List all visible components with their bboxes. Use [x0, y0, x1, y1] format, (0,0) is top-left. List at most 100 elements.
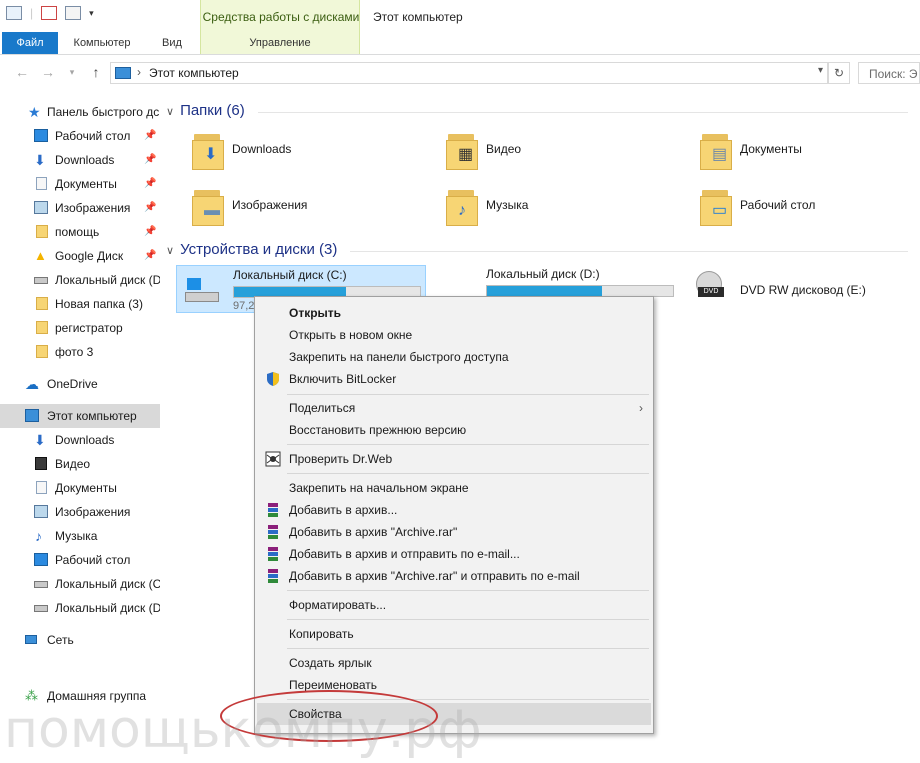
music-icon: ♪ [458, 202, 466, 219]
menu-item-label: Добавить в архив... [289, 503, 398, 517]
sidebar-item-pomosh[interactable]: помощь 📌 [0, 220, 160, 244]
menu-item-copy[interactable]: Копировать [257, 623, 651, 645]
folder-tile-desktop[interactable]: ▭ Рабочий стол [694, 186, 920, 232]
properties-icon[interactable] [41, 6, 58, 20]
pin-icon[interactable]: 📌 [144, 220, 156, 244]
menu-item-bitlocker[interactable]: Включить BitLocker [257, 368, 651, 390]
menu-item-drweb[interactable]: Проверить Dr.Web [257, 448, 651, 470]
drive-label: DVD RW дисковод (E:) [740, 283, 866, 297]
pin-icon[interactable]: 📌 [144, 148, 156, 172]
customize-toolbar-icon[interactable]: ▾ [89, 8, 94, 19]
drive-usage-fill [487, 286, 603, 296]
sidebar-item-this-pc[interactable]: Этот компьютер [0, 404, 160, 428]
folder-tile-music[interactable]: ♪ Музыка [440, 186, 680, 232]
folder-icon: ▤ [694, 130, 736, 172]
menu-item-add-archive-rar[interactable]: Добавить в архив "Archive.rar" [257, 521, 651, 543]
tab-file[interactable]: Файл [2, 32, 58, 54]
sidebar-item-desktop-pc[interactable]: Рабочий стол [0, 548, 160, 572]
menu-item-create-shortcut[interactable]: Создать ярлык [257, 652, 651, 674]
tab-manage[interactable]: Управление [200, 32, 360, 54]
chevron-down-icon[interactable]: ∨ [166, 106, 174, 118]
chevron-down-icon[interactable]: ∨ [166, 245, 174, 257]
recent-locations-icon[interactable]: ▾ [64, 64, 80, 80]
sidebar-item-documents-pc[interactable]: Документы [0, 476, 160, 500]
drive-tile-e[interactable]: DVD DVD RW дисковод (E:) [684, 265, 920, 313]
forward-arrow-icon[interactable]: → [40, 64, 56, 80]
refresh-icon[interactable]: ↻ [828, 62, 850, 84]
chevron-right-icon[interactable]: › [137, 65, 141, 79]
winrar-icon [265, 568, 281, 584]
menu-item-add-archive[interactable]: Добавить в архив... [257, 499, 651, 521]
menu-item-pin-quick-access[interactable]: Закрепить на панели быстрого доступа [257, 346, 651, 368]
folder-tile-pictures[interactable]: ▬ Изображения [186, 186, 426, 232]
menu-item-open-new-window[interactable]: Открыть в новом окне [257, 324, 651, 346]
shield-icon [265, 371, 281, 387]
navigation-bar: ← → ▾ ↑ › Этот компьютер ▾ ↻ Поиск: Э [0, 60, 920, 86]
folders-group-header[interactable]: ∨ Папки (6) [166, 102, 245, 119]
search-input[interactable]: Поиск: Э [858, 62, 920, 84]
tab-view[interactable]: Вид [150, 32, 194, 54]
folder-tile-video[interactable]: ▦ Видео [440, 130, 680, 176]
menu-item-open[interactable]: Открыть [257, 302, 651, 324]
pictures-icon: ▬ [204, 202, 220, 219]
up-arrow-icon[interactable]: ↑ [88, 64, 104, 80]
address-bar[interactable]: › Этот компьютер ▾ [110, 62, 828, 84]
sidebar-item-label: Панель быстрого дс [47, 105, 160, 119]
sidebar-item-label: Downloads [55, 433, 115, 447]
winrar-icon [265, 546, 281, 562]
pin-icon[interactable]: 📌 [144, 172, 156, 196]
folder-label: Документы [740, 142, 802, 156]
sidebar-item-music[interactable]: ♪ Музыка [0, 524, 160, 548]
computer-icon [115, 67, 131, 79]
menu-item-add-archive-email[interactable]: Добавить в архив и отправить по e-mail..… [257, 543, 651, 565]
sidebar-item-local-disk-d[interactable]: Локальный диск (D [0, 268, 160, 292]
folder-label: Видео [486, 142, 522, 156]
sidebar-item-onedrive[interactable]: ☁ OneDrive [0, 372, 160, 396]
menu-item-label: Закрепить на панели быстрого доступа [289, 350, 509, 364]
sidebar-item-label: Этот компьютер [47, 409, 137, 423]
folder-label: Downloads [232, 142, 292, 156]
sidebar-item-desktop[interactable]: Рабочий стол 📌 [0, 124, 160, 148]
sidebar-item-network[interactable]: Сеть [0, 628, 160, 652]
tab-computer[interactable]: Компьютер [60, 32, 144, 54]
document-icon [36, 177, 47, 190]
pin-icon[interactable]: 📌 [144, 244, 156, 268]
sidebar-item-local-disk-d-pc[interactable]: Локальный диск (D [0, 596, 160, 620]
back-arrow-icon[interactable]: ← [14, 64, 30, 80]
menu-item-share[interactable]: Поделиться › [257, 397, 651, 419]
quick-access-toolbar: | ▾ [6, 6, 94, 20]
folder-tile-downloads[interactable]: ⬇ Downloads [186, 130, 426, 176]
new-folder-icon[interactable] [65, 6, 82, 20]
sidebar-item-quick-access[interactable]: ★ Панель быстрого дс [0, 100, 160, 124]
sidebar-item-label: Локальный диск (D [55, 601, 160, 615]
devices-group-header[interactable]: ∨ Устройства и диски (3) [166, 241, 337, 258]
pin-icon[interactable]: 📌 [144, 124, 156, 148]
sidebar-item-pictures[interactable]: Изображения 📌 [0, 196, 160, 220]
pin-icon[interactable]: 📌 [144, 196, 156, 220]
menu-item-format[interactable]: Форматировать... [257, 594, 651, 616]
sidebar-item-local-disk-c[interactable]: Локальный диск (C [0, 572, 160, 596]
drive-body [185, 292, 219, 302]
menu-item-add-archive-rar-email[interactable]: Добавить в архив "Archive.rar" и отправи… [257, 565, 651, 587]
folder-icon [36, 297, 48, 310]
menu-item-label: Открыть в новом окне [289, 328, 413, 342]
sidebar-item-google-drive[interactable]: ▲ Google Диск 📌 [0, 244, 160, 268]
sidebar-item-downloads[interactable]: ⬇ Downloads 📌 [0, 148, 160, 172]
sidebar-item-downloads-pc[interactable]: ⬇ Downloads [0, 428, 160, 452]
navigation-pane: ★ Панель быстрого дс Рабочий стол 📌 ⬇ Do… [0, 98, 160, 763]
menu-item-pin-start[interactable]: Закрепить на начальном экране [257, 477, 651, 499]
folder-tile-documents[interactable]: ▤ Документы [694, 130, 920, 176]
sidebar-item-foto-3[interactable]: фото 3 [0, 340, 160, 364]
sidebar-item-label: помощь [55, 225, 100, 239]
menu-item-restore-previous[interactable]: Восстановить прежнюю версию [257, 419, 651, 441]
music-icon: ♪ [35, 528, 42, 544]
sidebar-item-registrator[interactable]: регистратор [0, 316, 160, 340]
sidebar-item-label: Документы [55, 481, 117, 495]
sidebar-item-new-folder-3[interactable]: Новая папка (3) [0, 292, 160, 316]
sidebar-item-pictures-pc[interactable]: Изображения [0, 500, 160, 524]
chevron-down-icon[interactable]: ▾ [818, 65, 823, 76]
sidebar-item-documents[interactable]: Документы 📌 [0, 172, 160, 196]
sidebar-item-video[interactable]: Видео [0, 452, 160, 476]
sidebar-item-label: Локальный диск (C [55, 577, 160, 591]
computer-icon[interactable] [6, 6, 22, 20]
